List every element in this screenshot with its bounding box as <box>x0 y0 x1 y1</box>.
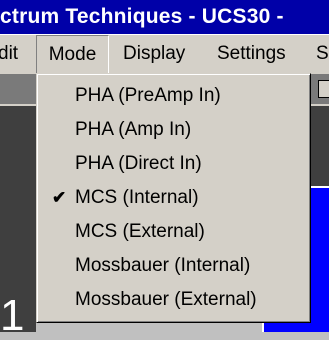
menu-item-mossbauer-internal[interactable]: Mossbauer (Internal) <box>39 250 307 282</box>
menu-mode[interactable]: Mode <box>36 35 109 74</box>
menu-item-mcs-external[interactable]: MCS (External) <box>39 216 307 248</box>
menu-item-label: MCS (Internal) <box>75 187 199 208</box>
menu-item-pha-amp-in[interactable]: PHA (Amp In) <box>39 114 307 146</box>
menu-item-label: Mossbauer (Internal) <box>75 255 251 276</box>
menu-item-label: PHA (Amp In) <box>75 119 192 140</box>
left-panel-digit: 1 <box>0 291 25 340</box>
title-bar: ctrum Techniques - UCS30 - <box>0 0 329 34</box>
window-title: ctrum Techniques - UCS30 - <box>0 5 284 28</box>
menu-bar: dit Mode Display Settings S <box>0 34 329 74</box>
menu-settings[interactable]: Settings <box>217 35 286 74</box>
toolbar-icon[interactable] <box>318 80 329 98</box>
checkmark-icon: ✔ <box>52 188 67 207</box>
menu-item-label: PHA (PreAmp In) <box>75 85 221 106</box>
menu-item-mcs-internal[interactable]: ✔ MCS (Internal) <box>39 182 307 214</box>
menu-s[interactable]: S <box>316 35 329 74</box>
menu-edit[interactable]: dit <box>0 35 18 74</box>
menu-item-label: MCS (External) <box>75 221 205 242</box>
menu-item-label: Mossbauer (External) <box>75 289 257 310</box>
menu-item-pha-direct-in[interactable]: PHA (Direct In) <box>39 148 307 180</box>
menu-item-pha-preamp-in[interactable]: PHA (PreAmp In) <box>39 80 307 112</box>
left-display-panel: 1 <box>0 106 36 340</box>
menu-item-mossbauer-external[interactable]: Mossbauer (External) <box>39 284 307 316</box>
mode-dropdown-menu: PHA (PreAmp In) PHA (Amp In) PHA (Direct… <box>36 73 311 323</box>
menu-display[interactable]: Display <box>123 35 185 74</box>
menu-item-label: PHA (Direct In) <box>75 153 202 174</box>
